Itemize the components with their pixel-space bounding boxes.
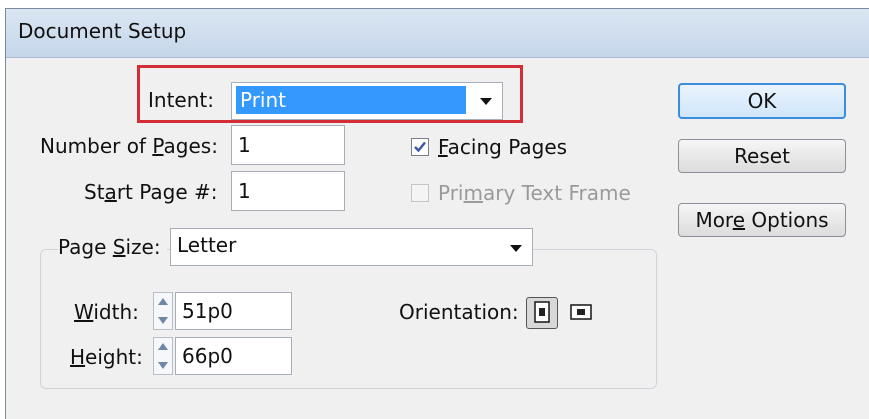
primary-text-frame-label: Primary Text Frame	[438, 181, 631, 205]
width-input[interactable]	[175, 292, 292, 330]
orientation-label: Orientation:	[399, 300, 519, 324]
number-of-pages-label: Number of Pages:	[40, 134, 218, 158]
facing-pages-label: Facing Pages	[438, 135, 568, 159]
height-label: Height:	[70, 345, 143, 369]
height-stepper[interactable]	[153, 337, 173, 375]
facing-pages-checkbox[interactable]	[411, 138, 429, 156]
width-stepper[interactable]	[153, 292, 173, 330]
width-label: Width:	[74, 300, 139, 324]
spinner-up-icon	[158, 298, 168, 305]
landscape-icon	[570, 304, 592, 320]
chevron-down-icon	[480, 98, 492, 105]
chevron-down-icon	[510, 245, 522, 252]
page-size-select[interactable]: Letter	[170, 228, 533, 266]
ok-button[interactable]: OK	[678, 83, 846, 119]
spinner-down-icon	[158, 362, 168, 369]
start-page-label: Start Page #:	[84, 180, 218, 204]
height-input[interactable]	[175, 337, 292, 375]
spinner-down-icon	[158, 317, 168, 324]
landscape-orientation-button[interactable]	[566, 297, 598, 329]
intent-select[interactable]: Print	[231, 82, 503, 120]
reset-button[interactable]: Reset	[678, 139, 846, 173]
spinner-up-icon	[158, 343, 168, 350]
intent-label: Intent:	[148, 88, 214, 112]
primary-text-frame-checkbox[interactable]	[411, 184, 429, 202]
more-options-button[interactable]: More Options	[678, 203, 846, 237]
dialog-title: Document Setup	[18, 19, 187, 43]
intent-value: Print	[236, 86, 466, 114]
page-size-label: Page Size:	[58, 235, 167, 259]
page-size-value: Letter	[177, 233, 237, 257]
start-page-input[interactable]	[231, 171, 345, 211]
checkmark-icon	[414, 141, 426, 153]
portrait-orientation-button[interactable]	[526, 297, 558, 329]
number-of-pages-input[interactable]	[231, 125, 345, 165]
portrait-icon	[534, 301, 550, 323]
title-bar[interactable]: Document Setup	[6, 9, 869, 58]
